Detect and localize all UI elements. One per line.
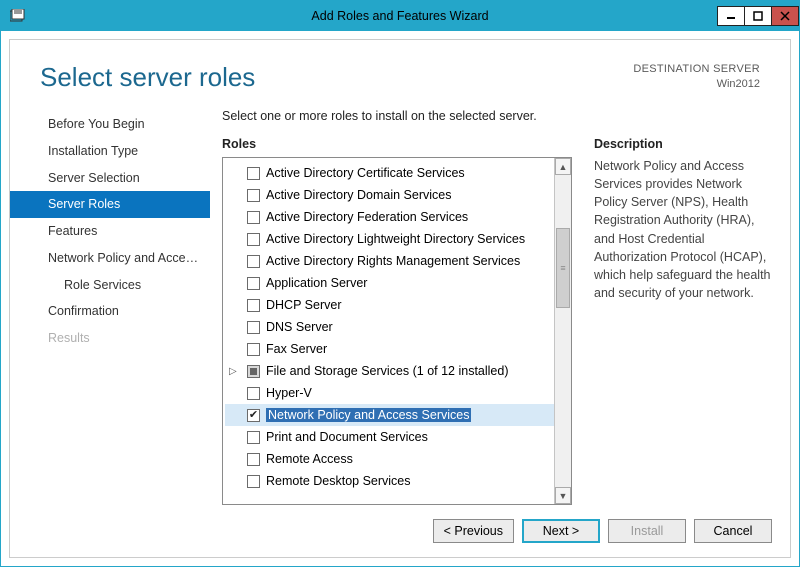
role-checkbox[interactable] [247,365,260,378]
expand-arrow-icon[interactable]: ▷ [229,366,237,377]
header-row: Select server roles DESTINATION SERVER W… [10,40,790,101]
description-text: Network Policy and Access Services provi… [594,157,776,302]
role-row[interactable]: Fax Server [225,338,554,360]
role-row[interactable]: Print and Document Services [225,426,554,448]
role-label: Active Directory Rights Management Servi… [266,254,520,268]
role-label: Active Directory Federation Services [266,210,468,224]
role-row[interactable]: Remote Access [225,448,554,470]
lists-row: Roles Active Directory Certificate Servi… [222,137,776,505]
role-label: Application Server [266,276,367,290]
previous-button[interactable]: < Previous [433,519,514,543]
role-checkbox[interactable] [247,189,260,202]
role-label: DHCP Server [266,298,341,312]
body-row: Before You BeginInstallation TypeServer … [10,101,790,505]
role-checkbox[interactable] [247,211,260,224]
scroll-up-arrow-icon[interactable]: ▲ [555,158,571,175]
role-row[interactable]: Active Directory Lightweight Directory S… [225,228,554,250]
roles-label: Roles [222,137,572,151]
role-checkbox[interactable] [247,255,260,268]
role-checkbox[interactable] [247,453,260,466]
sidebar-step-1[interactable]: Installation Type [10,138,210,165]
sidebar-step-5[interactable]: Network Policy and Acces... [10,245,210,272]
role-checkbox[interactable] [247,387,260,400]
footer: < Previous Next > Install Cancel [10,505,790,557]
description-column: Description Network Policy and Access Se… [594,137,776,505]
role-checkbox[interactable] [247,321,260,334]
content-wrap: Select server roles DESTINATION SERVER W… [1,31,799,566]
scrollbar[interactable]: ▲ ▼ [554,158,571,504]
sidebar-step-3[interactable]: Server Roles [10,191,210,218]
install-button[interactable]: Install [608,519,686,543]
role-row[interactable]: Remote Desktop Services [225,470,554,492]
role-label: Remote Desktop Services [266,474,411,488]
role-row[interactable]: Network Policy and Access Services [225,404,554,426]
role-checkbox[interactable] [247,299,260,312]
role-checkbox[interactable] [247,409,260,422]
scroll-thumb[interactable] [556,228,570,308]
role-checkbox[interactable] [247,431,260,444]
page-title: Select server roles [40,62,255,93]
role-label: Active Directory Domain Services [266,188,451,202]
wizard-icon [9,8,25,24]
scroll-down-arrow-icon[interactable]: ▼ [555,487,571,504]
role-label: Print and Document Services [266,430,428,444]
role-label: Active Directory Lightweight Directory S… [266,232,525,246]
sidebar-step-8: Results [10,325,210,352]
roles-listbox[interactable]: Active Directory Certificate Services Act… [222,157,572,505]
wizard-window: Add Roles and Features Wizard Select ser… [0,0,800,567]
role-row[interactable]: Hyper-V [225,382,554,404]
sidebar-step-7[interactable]: Confirmation [10,298,210,325]
sidebar-step-6[interactable]: Role Services [10,272,210,299]
role-label: Remote Access [266,452,353,466]
titlebar[interactable]: Add Roles and Features Wizard [1,1,799,31]
role-checkbox[interactable] [247,277,260,290]
next-button[interactable]: Next > [522,519,600,543]
role-row[interactable]: Active Directory Federation Services [225,206,554,228]
cancel-button[interactable]: Cancel [694,519,772,543]
role-checkbox[interactable] [247,343,260,356]
sidebar-step-0[interactable]: Before You Begin [10,111,210,138]
role-checkbox[interactable] [247,233,260,246]
sidebar-step-4[interactable]: Features [10,218,210,245]
role-row[interactable]: Active Directory Rights Management Servi… [225,250,554,272]
destination-server: Win2012 [633,77,760,92]
sidebar-step-2[interactable]: Server Selection [10,165,210,192]
role-label: Active Directory Certificate Services [266,166,465,180]
main-panel: Select one or more roles to install on t… [210,109,776,505]
role-checkbox[interactable] [247,167,260,180]
roles-scroll-area: Active Directory Certificate Services Act… [223,158,554,504]
minimize-button[interactable] [717,6,745,26]
titlebar-title: Add Roles and Features Wizard [1,9,799,23]
destination-block: DESTINATION SERVER Win2012 [633,62,760,92]
role-label: Network Policy and Access Services [266,408,471,422]
maximize-button[interactable] [744,6,772,26]
role-row[interactable]: ▷ File and Storage Services (1 of 12 inst… [225,360,554,382]
role-row[interactable]: DHCP Server [225,294,554,316]
role-row[interactable]: Application Server [225,272,554,294]
wizard-steps-sidebar: Before You BeginInstallation TypeServer … [10,109,210,505]
instruction-text: Select one or more roles to install on t… [222,109,776,123]
content: Select server roles DESTINATION SERVER W… [9,39,791,558]
role-label: File and Storage Services (1 of 12 insta… [266,364,509,378]
destination-label: DESTINATION SERVER [633,62,760,77]
close-button[interactable] [771,6,799,26]
role-row[interactable]: Active Directory Domain Services [225,184,554,206]
role-label: DNS Server [266,320,333,334]
role-row[interactable]: Active Directory Certificate Services [225,162,554,184]
description-label: Description [594,137,776,151]
window-controls [718,6,799,26]
role-checkbox[interactable] [247,475,260,488]
role-label: Hyper-V [266,386,312,400]
role-label: Fax Server [266,342,327,356]
roles-column: Roles Active Directory Certificate Servi… [222,137,572,505]
role-row[interactable]: DNS Server [225,316,554,338]
